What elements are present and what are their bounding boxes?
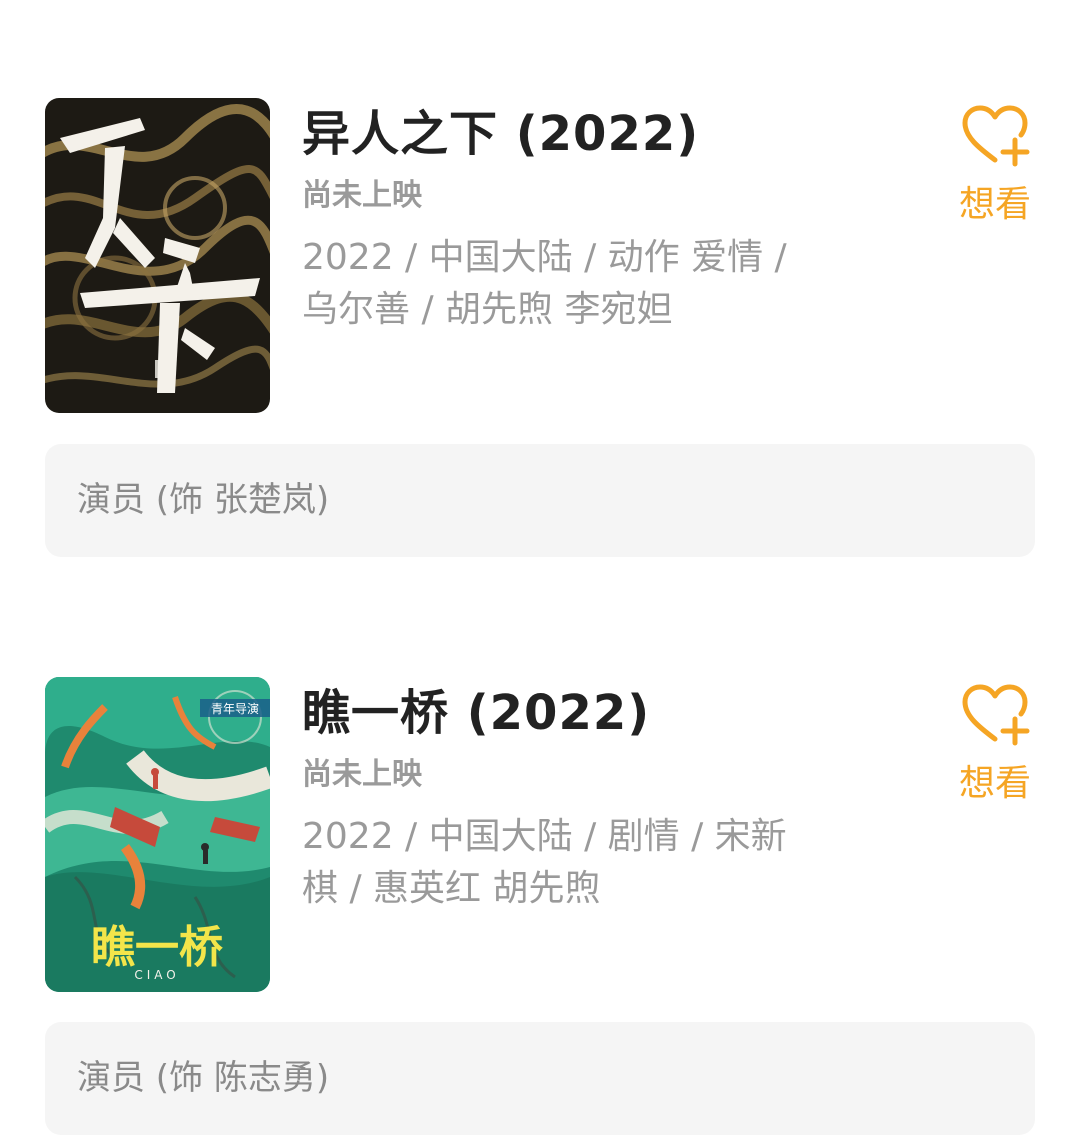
movie-title[interactable]: 瞧一桥 (2022) — [302, 683, 650, 743]
movie-title[interactable]: 异人之下 (2022) — [302, 104, 699, 164]
meta-line: 乌尔善 / 胡先煦 李宛妲 — [302, 289, 673, 330]
meta-line: 棋 / 惠英红 胡先煦 — [302, 868, 601, 909]
poster-image: 青年导演 瞧一桥 CIAO — [45, 677, 270, 992]
want-to-watch-button[interactable]: 想看 — [955, 104, 1035, 230]
meta-line: 2022 / 中国大陆 / 动作 爱情 / — [302, 237, 787, 278]
role-text: 演员 (饰 陈志勇) — [77, 1058, 330, 1098]
heart-plus-icon — [962, 105, 1030, 167]
poster-title: 瞧一桥 — [91, 922, 223, 973]
movie-poster[interactable] — [45, 98, 270, 413]
poster-badge: 青年导演 — [211, 701, 259, 716]
role-text: 演员 (饰 张楚岚) — [77, 480, 330, 520]
role-box[interactable]: 演员 (饰 张楚岚) — [45, 444, 1035, 557]
poster-image — [45, 98, 270, 413]
movie-poster[interactable]: 青年导演 瞧一桥 CIAO — [45, 677, 270, 992]
release-status: 尚未上映 — [302, 757, 422, 792]
want-to-watch-label: 想看 — [958, 184, 1031, 225]
release-status: 尚未上映 — [302, 178, 422, 213]
movie-meta: 2022 / 中国大陆 / 剧情 / 宋新 棋 / 惠英红 胡先煦 — [302, 811, 822, 915]
want-to-watch-button[interactable]: 想看 — [955, 683, 1035, 809]
movie-meta: 2022 / 中国大陆 / 动作 爱情 / 乌尔善 / 胡先煦 李宛妲 — [302, 232, 822, 336]
meta-line: 2022 / 中国大陆 / 剧情 / 宋新 — [302, 816, 787, 857]
want-to-watch-label: 想看 — [958, 763, 1031, 804]
poster-subtitle: CIAO — [134, 968, 179, 982]
role-box[interactable]: 演员 (饰 陈志勇) — [45, 1022, 1035, 1135]
heart-plus-icon — [962, 684, 1030, 746]
